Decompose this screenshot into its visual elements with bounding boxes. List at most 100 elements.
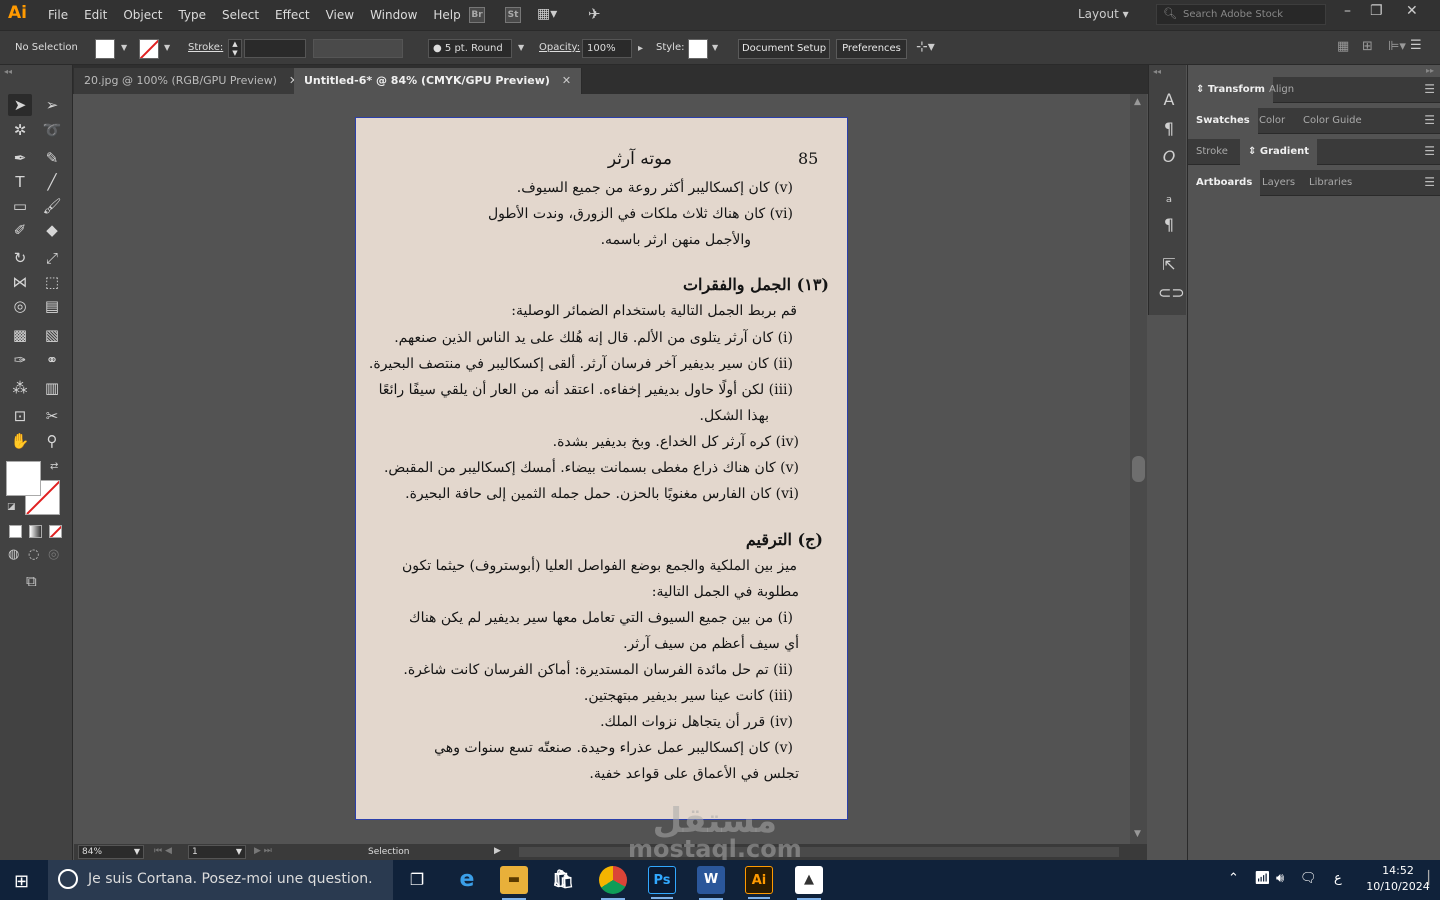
none-mode-icon[interactable] xyxy=(49,525,62,538)
color-mode-icon[interactable] xyxy=(9,525,22,538)
photoshop-icon[interactable]: Ps xyxy=(648,866,676,899)
stock-button[interactable]: St xyxy=(505,7,521,23)
tab-libraries[interactable]: Libraries xyxy=(1301,170,1360,196)
tab-artboards[interactable]: Artboards xyxy=(1188,170,1261,196)
tab-20-jpg[interactable]: 20.jpg @ 100% (RGB/GPU Preview)✕ xyxy=(74,68,310,94)
swap-fill-stroke-icon[interactable]: ⇄ xyxy=(50,461,58,472)
stroke-weight-stepper[interactable]: ▲ ▼ xyxy=(228,39,242,58)
links-panel-icon[interactable]: ⊂⊃ xyxy=(1158,283,1185,305)
tab-gradient[interactable]: ⇕ Gradient xyxy=(1240,139,1318,165)
blend-tool-icon[interactable]: ⚭ xyxy=(40,349,64,371)
file-explorer-icon[interactable]: ▬ xyxy=(500,866,528,900)
opacity-label[interactable]: Opacity: xyxy=(539,42,580,53)
export-panel-icon[interactable]: ⇱ xyxy=(1158,255,1180,277)
slice-tool-icon[interactable]: ✂ xyxy=(40,405,64,427)
graphic-style-swatch[interactable] xyxy=(688,39,708,59)
workspace-switcher[interactable]: Layout ▾ xyxy=(1078,7,1129,21)
align-icon[interactable]: ▦ xyxy=(1337,39,1349,54)
network-icon[interactable]: 📶︎ xyxy=(1254,871,1271,886)
menu-edit[interactable]: Edit xyxy=(76,0,115,30)
menu-help[interactable]: Help xyxy=(425,0,468,30)
scroll-down-icon[interactable]: ▼ xyxy=(1134,829,1141,839)
draw-normal-icon[interactable]: ◍ xyxy=(8,547,19,562)
paragraph-panel-icon[interactable]: ¶ xyxy=(1158,119,1180,141)
photos-icon[interactable]: ▲ xyxy=(795,866,823,900)
chevron-down-icon[interactable]: ▼ xyxy=(712,43,718,52)
restore-icon[interactable]: ❐ xyxy=(1370,3,1383,19)
rotate-tool-icon[interactable]: ↻ xyxy=(8,247,32,269)
windows-start-icon[interactable]: ⊞ xyxy=(14,871,29,892)
stroke-weight-input[interactable] xyxy=(244,39,306,58)
draw-inside-icon[interactable]: ◎ xyxy=(48,547,59,562)
symbol-sprayer-tool-icon[interactable]: ⁂ xyxy=(8,377,32,399)
collapse-icon[interactable]: ◂◂ xyxy=(4,67,12,76)
brush-definition-dropdown[interactable]: ● 5 pt. Round xyxy=(428,39,512,58)
width-tool-icon[interactable]: ⋈ xyxy=(8,271,32,293)
arrange-icon[interactable]: ⊹▾ xyxy=(916,39,935,55)
chevron-right-icon[interactable]: ▸ xyxy=(638,43,643,54)
shaper-tool-icon[interactable]: ✐ xyxy=(8,219,32,241)
selection-tool-icon[interactable]: ➤ xyxy=(8,94,32,116)
draw-behind-icon[interactable]: ◌ xyxy=(28,547,39,562)
tab-swatches[interactable]: Swatches xyxy=(1188,108,1258,134)
free-transform-tool-icon[interactable]: ⬚ xyxy=(40,271,64,293)
stroke-label[interactable]: Stroke: xyxy=(188,42,223,53)
last-artboard-icon[interactable]: ▶ ⏭ xyxy=(254,846,272,856)
panel-menu-icon[interactable]: ☰ xyxy=(1424,175,1435,189)
tab-untitled-6[interactable]: Untitled-6* @ 84% (CMYK/GPU Preview) ✕ xyxy=(294,68,583,94)
default-fill-stroke-icon[interactable]: ◪ xyxy=(7,502,16,512)
tab-align[interactable]: Align xyxy=(1261,77,1302,103)
lasso-tool-icon[interactable]: ➰ xyxy=(40,119,64,141)
action-center-icon[interactable]: ▏ xyxy=(1428,871,1438,886)
eraser-tool-icon[interactable]: ◆ xyxy=(40,219,64,241)
status-menu-icon[interactable]: ▶ xyxy=(494,846,501,856)
magic-wand-tool-icon[interactable]: ✲ xyxy=(8,119,32,141)
tab-color-guide[interactable]: Color Guide xyxy=(1295,108,1370,134)
artboard-number-dropdown[interactable]: 1 ▼ xyxy=(188,845,246,859)
menu-window[interactable]: Window xyxy=(362,0,425,30)
variable-width-profile[interactable] xyxy=(313,39,403,58)
character-styles-icon[interactable]: ¶ xyxy=(1158,215,1180,237)
character-panel-icon[interactable]: A xyxy=(1158,90,1180,112)
menu-view[interactable]: View xyxy=(318,0,362,30)
vertical-scrollbar[interactable]: ▲ ▼ xyxy=(1130,94,1147,844)
collapse-panels-icon[interactable]: ▸▸ xyxy=(1426,66,1434,75)
clock[interactable]: 14:52 10/10/2024 xyxy=(1358,863,1438,895)
first-artboard-icon[interactable]: ⏮ ◀ xyxy=(154,846,172,856)
volume-icon[interactable]: 🔊︎ xyxy=(1276,871,1284,886)
menu-effect[interactable]: Effect xyxy=(267,0,318,30)
distribute-icon[interactable]: ⊫▾ xyxy=(1388,39,1406,54)
menu-object[interactable]: Object xyxy=(115,0,170,30)
panel-menu-icon[interactable]: ☰ xyxy=(1424,82,1435,96)
scroll-up-icon[interactable]: ▲ xyxy=(1134,97,1141,107)
arrange-documents-icon[interactable]: ▦▾ xyxy=(537,6,557,22)
mesh-tool-icon[interactable]: ▩ xyxy=(8,324,32,346)
menu-type[interactable]: Type xyxy=(170,0,214,30)
menu-file[interactable]: File xyxy=(40,0,76,30)
hand-tool-icon[interactable]: ✋ xyxy=(8,430,32,452)
type-tool-icon[interactable]: T xyxy=(8,171,32,193)
tab-stroke[interactable]: Stroke xyxy=(1188,139,1236,165)
close-icon[interactable]: ✕ xyxy=(562,74,571,87)
illustrator-icon[interactable]: Ai xyxy=(745,866,773,899)
language-indicator[interactable]: ع xyxy=(1334,871,1342,886)
artboard-tool-icon[interactable]: ⊡ xyxy=(8,405,32,427)
canvas[interactable]: 85 موته آرثر (v) كان إكسكاليبر أكثر روعة… xyxy=(74,94,1130,844)
paintbrush-tool-icon[interactable]: 🖌︎ xyxy=(40,195,64,217)
minimize-icon[interactable]: – xyxy=(1344,3,1351,19)
column-graph-tool-icon[interactable]: ▥ xyxy=(40,377,64,399)
zoom-tool-icon[interactable]: ⚲ xyxy=(40,430,64,452)
gradient-mode-icon[interactable] xyxy=(29,525,42,538)
stock-search-input[interactable]: 🔍︎ Search Adobe Stock xyxy=(1156,4,1326,25)
scale-tool-icon[interactable]: ⤢ xyxy=(40,247,64,269)
eyedropper-tool-icon[interactable]: ✑ xyxy=(8,349,32,371)
artboard[interactable]: 85 موته آرثر (v) كان إكسكاليبر أكثر روعة… xyxy=(355,117,848,820)
panel-menu-icon[interactable]: ☰ xyxy=(1410,38,1422,53)
word-icon[interactable]: W xyxy=(697,866,725,900)
preferences-button[interactable]: Preferences xyxy=(836,39,907,59)
chevron-down-icon[interactable]: ▼ xyxy=(164,43,170,52)
menu-select[interactable]: Select xyxy=(214,0,267,30)
chevron-down-icon[interactable]: ▼ xyxy=(518,43,524,52)
tab-color[interactable]: Color xyxy=(1251,108,1293,134)
panel-menu-icon[interactable]: ☰ xyxy=(1424,113,1435,127)
